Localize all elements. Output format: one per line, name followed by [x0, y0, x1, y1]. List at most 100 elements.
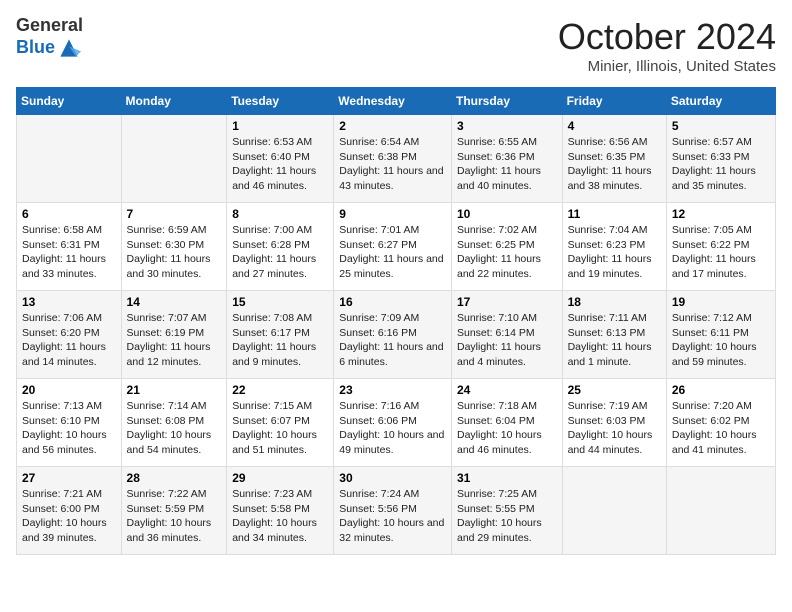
calendar-cell [17, 115, 122, 203]
day-info: Sunrise: 7:00 AM Sunset: 6:28 PM Dayligh… [232, 223, 328, 282]
day-info: Sunrise: 7:07 AM Sunset: 6:19 PM Dayligh… [127, 311, 222, 370]
day-info: Sunrise: 6:56 AM Sunset: 6:35 PM Dayligh… [568, 135, 661, 194]
day-number: 30 [339, 471, 446, 485]
day-number: 6 [22, 207, 116, 221]
day-info: Sunrise: 7:08 AM Sunset: 6:17 PM Dayligh… [232, 311, 328, 370]
day-number: 11 [568, 207, 661, 221]
day-info: Sunrise: 7:25 AM Sunset: 5:55 PM Dayligh… [457, 487, 557, 546]
calendar-cell: 25Sunrise: 7:19 AM Sunset: 6:03 PM Dayli… [562, 379, 666, 467]
calendar-cell: 17 Sunrise: 7:10 AM Sunset: 6:14 PM Dayli… [451, 291, 562, 379]
calendar-cell: 21Sunrise: 7:14 AM Sunset: 6:08 PM Dayli… [121, 379, 227, 467]
calendar-cell: 15 Sunrise: 7:08 AM Sunset: 6:17 PM Dayli… [227, 291, 334, 379]
day-info: Sunrise: 7:09 AM Sunset: 6:16 PM Dayligh… [339, 311, 446, 370]
calendar-cell: 11 Sunrise: 7:04 AM Sunset: 6:23 PM Dayli… [562, 203, 666, 291]
calendar-cell [562, 467, 666, 555]
calendar-table: SundayMondayTuesdayWednesdayThursdayFrid… [16, 87, 776, 555]
calendar-cell: 12 Sunrise: 7:05 AM Sunset: 6:22 PM Dayli… [666, 203, 775, 291]
calendar-cell: 16 Sunrise: 7:09 AM Sunset: 6:16 PM Dayli… [334, 291, 452, 379]
calendar-cell: 29 Sunrise: 7:23 AM Sunset: 5:58 PM Dayli… [227, 467, 334, 555]
calendar-cell: 14 Sunrise: 7:07 AM Sunset: 6:19 PM Dayli… [121, 291, 227, 379]
day-number: 29 [232, 471, 328, 485]
calendar-cell: 2 Sunrise: 6:54 AM Sunset: 6:38 PM Daylig… [334, 115, 452, 203]
calendar-cell: 8Sunrise: 7:00 AM Sunset: 6:28 PM Daylig… [227, 203, 334, 291]
day-number: 17 [457, 295, 557, 309]
calendar-cell: 1Sunrise: 6:53 AM Sunset: 6:40 PM Daylig… [227, 115, 334, 203]
calendar-cell: 22Sunrise: 7:15 AM Sunset: 6:07 PM Dayli… [227, 379, 334, 467]
calendar-cell: 6 Sunrise: 6:58 AM Sunset: 6:31 PM Daylig… [17, 203, 122, 291]
day-number: 27 [22, 471, 116, 485]
day-info: Sunrise: 7:04 AM Sunset: 6:23 PM Dayligh… [568, 223, 661, 282]
day-number: 31 [457, 471, 557, 485]
day-number: 18 [568, 295, 661, 309]
logo-general: General [16, 16, 83, 36]
day-info: Sunrise: 6:54 AM Sunset: 6:38 PM Dayligh… [339, 135, 446, 194]
calendar-cell: 7 Sunrise: 6:59 AM Sunset: 6:30 PM Daylig… [121, 203, 227, 291]
calendar-cell: 19Sunrise: 7:12 AM Sunset: 6:11 PM Dayli… [666, 291, 775, 379]
day-info: Sunrise: 6:59 AM Sunset: 6:30 PM Dayligh… [127, 223, 222, 282]
day-info: Sunrise: 6:53 AM Sunset: 6:40 PM Dayligh… [232, 135, 328, 194]
calendar-cell: 20Sunrise: 7:13 AM Sunset: 6:10 PM Dayli… [17, 379, 122, 467]
day-info: Sunrise: 7:05 AM Sunset: 6:22 PM Dayligh… [672, 223, 770, 282]
calendar-week-row: 6 Sunrise: 6:58 AM Sunset: 6:31 PM Daylig… [17, 203, 776, 291]
calendar-cell: 4 Sunrise: 6:56 AM Sunset: 6:35 PM Daylig… [562, 115, 666, 203]
day-info: Sunrise: 7:02 AM Sunset: 6:25 PM Dayligh… [457, 223, 557, 282]
day-number: 24 [457, 383, 557, 397]
day-number: 28 [127, 471, 222, 485]
calendar-cell: 31 Sunrise: 7:25 AM Sunset: 5:55 PM Dayli… [451, 467, 562, 555]
logo: General Blue [16, 16, 83, 60]
day-number: 14 [127, 295, 222, 309]
calendar-cell: 13Sunrise: 7:06 AM Sunset: 6:20 PM Dayli… [17, 291, 122, 379]
day-number: 4 [568, 119, 661, 133]
weekday-header-thursday: Thursday [451, 88, 562, 115]
weekday-header-monday: Monday [121, 88, 227, 115]
calendar-cell: 5 Sunrise: 6:57 AM Sunset: 6:33 PM Daylig… [666, 115, 775, 203]
month-title: October 2024 [558, 16, 776, 58]
page-container: General Blue October 2024 Minier, Illino… [0, 0, 792, 565]
day-info: Sunrise: 7:01 AM Sunset: 6:27 PM Dayligh… [339, 223, 446, 282]
day-number: 5 [672, 119, 770, 133]
calendar-week-row: 20Sunrise: 7:13 AM Sunset: 6:10 PM Dayli… [17, 379, 776, 467]
calendar-cell: 27Sunrise: 7:21 AM Sunset: 6:00 PM Dayli… [17, 467, 122, 555]
day-info: Sunrise: 6:55 AM Sunset: 6:36 PM Dayligh… [457, 135, 557, 194]
day-info: Sunrise: 6:58 AM Sunset: 6:31 PM Dayligh… [22, 223, 116, 282]
day-number: 13 [22, 295, 116, 309]
day-number: 10 [457, 207, 557, 221]
day-info: Sunrise: 7:10 AM Sunset: 6:14 PM Dayligh… [457, 311, 557, 370]
weekday-header-wednesday: Wednesday [334, 88, 452, 115]
day-number: 7 [127, 207, 222, 221]
calendar-cell: 28 Sunrise: 7:22 AM Sunset: 5:59 PM Dayli… [121, 467, 227, 555]
day-info: Sunrise: 7:16 AM Sunset: 6:06 PM Dayligh… [339, 399, 446, 458]
calendar-body: 1Sunrise: 6:53 AM Sunset: 6:40 PM Daylig… [17, 115, 776, 555]
calendar-cell [121, 115, 227, 203]
day-number: 2 [339, 119, 446, 133]
calendar-header-row: SundayMondayTuesdayWednesdayThursdayFrid… [17, 88, 776, 115]
day-info: Sunrise: 6:57 AM Sunset: 6:33 PM Dayligh… [672, 135, 770, 194]
calendar-week-row: 1Sunrise: 6:53 AM Sunset: 6:40 PM Daylig… [17, 115, 776, 203]
day-number: 22 [232, 383, 328, 397]
title-section: October 2024 Minier, Illinois, United St… [558, 16, 776, 75]
day-info: Sunrise: 7:22 AM Sunset: 5:59 PM Dayligh… [127, 487, 222, 546]
logo-blue: Blue [16, 38, 55, 58]
day-info: Sunrise: 7:20 AM Sunset: 6:02 PM Dayligh… [672, 399, 770, 458]
calendar-cell: 18 Sunrise: 7:11 AM Sunset: 6:13 PM Dayli… [562, 291, 666, 379]
page-header: General Blue October 2024 Minier, Illino… [16, 16, 776, 75]
calendar-cell: 30Sunrise: 7:24 AM Sunset: 5:56 PM Dayli… [334, 467, 452, 555]
calendar-cell: 23 Sunrise: 7:16 AM Sunset: 6:06 PM Dayli… [334, 379, 452, 467]
calendar-cell: 3 Sunrise: 6:55 AM Sunset: 6:36 PM Daylig… [451, 115, 562, 203]
day-info: Sunrise: 7:12 AM Sunset: 6:11 PM Dayligh… [672, 311, 770, 370]
weekday-header-saturday: Saturday [666, 88, 775, 115]
calendar-cell: 26Sunrise: 7:20 AM Sunset: 6:02 PM Dayli… [666, 379, 775, 467]
day-number: 15 [232, 295, 328, 309]
day-number: 3 [457, 119, 557, 133]
weekday-header-friday: Friday [562, 88, 666, 115]
day-info: Sunrise: 7:23 AM Sunset: 5:58 PM Dayligh… [232, 487, 328, 546]
day-number: 16 [339, 295, 446, 309]
day-info: Sunrise: 7:11 AM Sunset: 6:13 PM Dayligh… [568, 311, 661, 370]
day-number: 12 [672, 207, 770, 221]
calendar-cell: 9 Sunrise: 7:01 AM Sunset: 6:27 PM Daylig… [334, 203, 452, 291]
day-number: 9 [339, 207, 446, 221]
calendar-cell: 24 Sunrise: 7:18 AM Sunset: 6:04 PM Dayli… [451, 379, 562, 467]
day-number: 25 [568, 383, 661, 397]
day-info: Sunrise: 7:18 AM Sunset: 6:04 PM Dayligh… [457, 399, 557, 458]
day-number: 23 [339, 383, 446, 397]
